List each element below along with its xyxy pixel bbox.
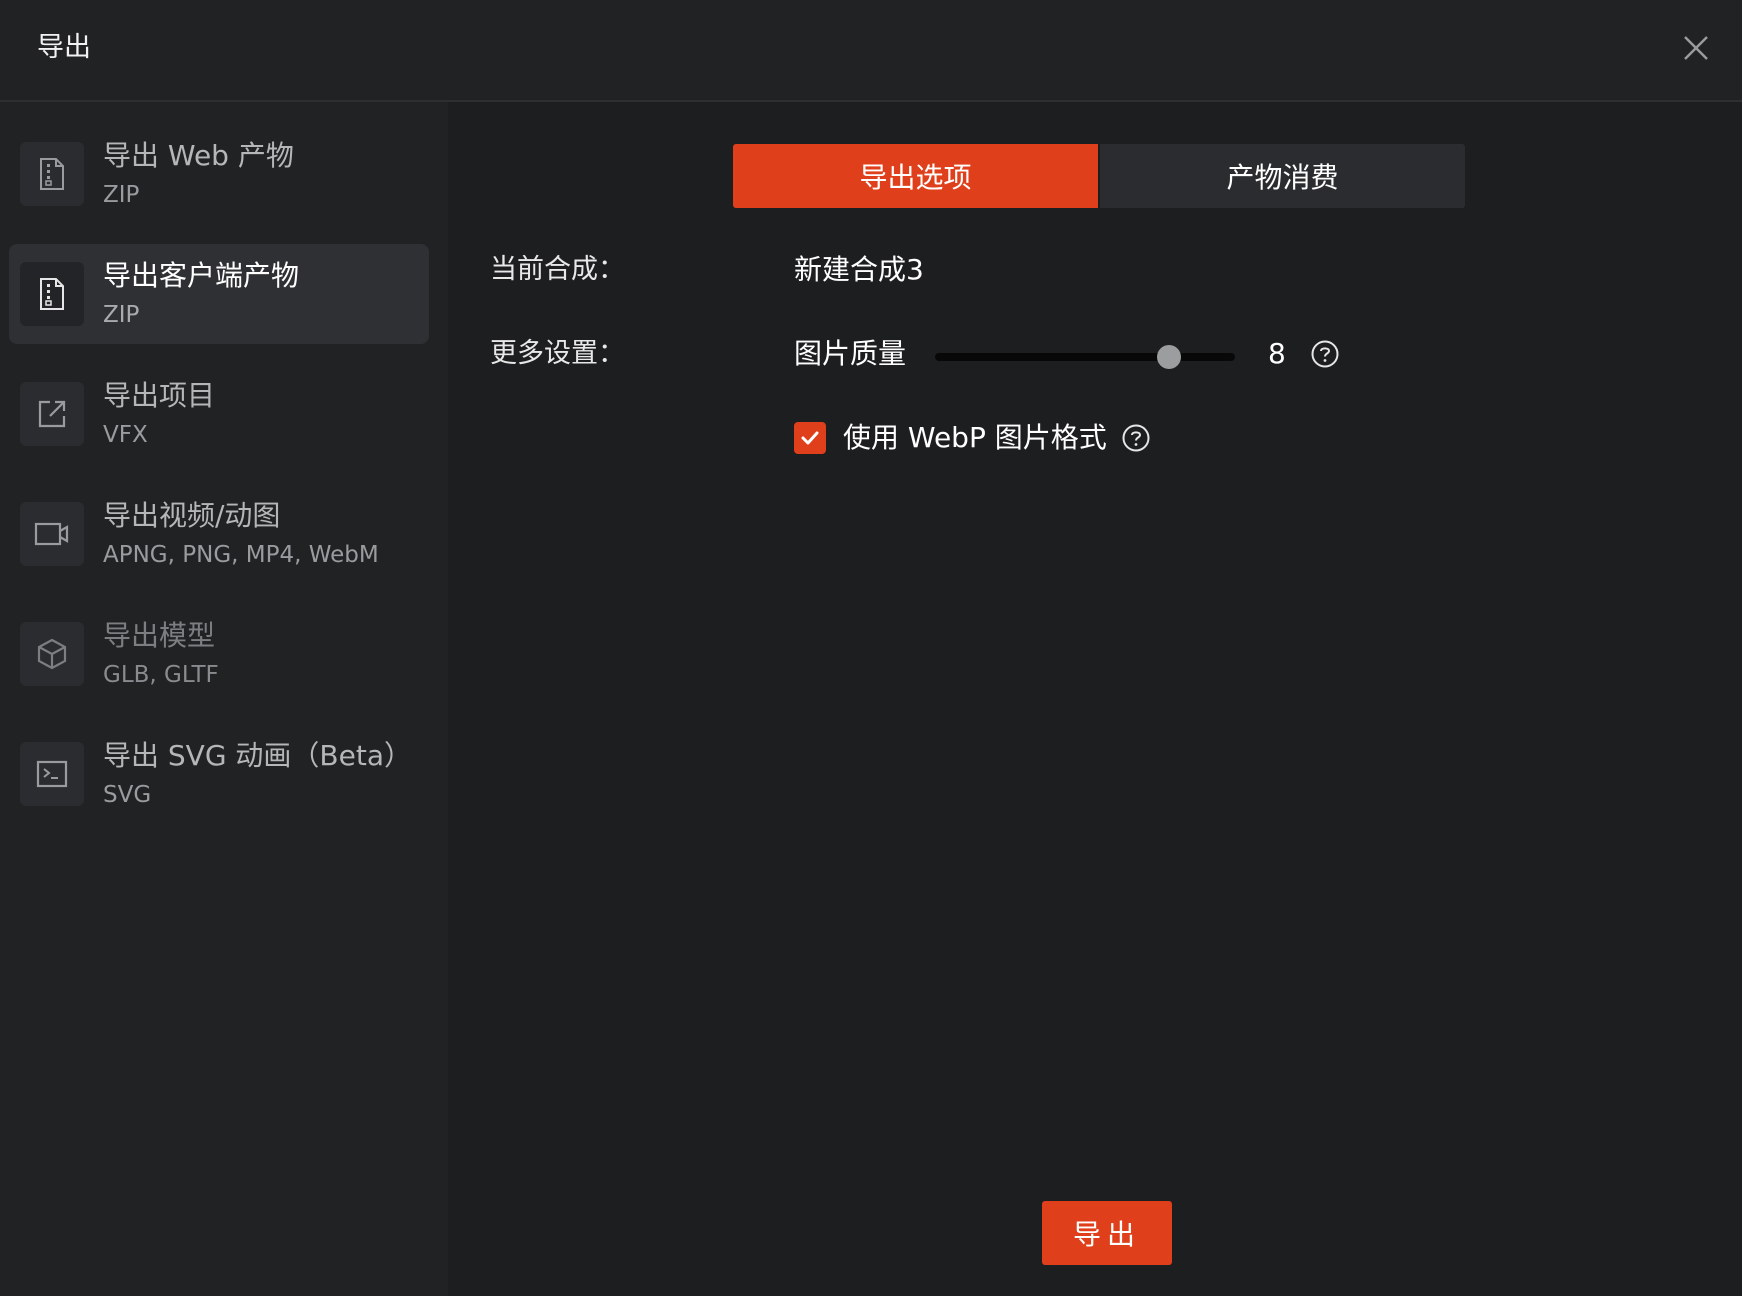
- tab-export-options[interactable]: 导出选项: [733, 144, 1098, 208]
- sidebar-item-subtitle: ZIP: [103, 302, 140, 328]
- current-comp-value: 新建合成3: [794, 253, 924, 286]
- close-button[interactable]: [1674, 26, 1718, 70]
- sidebar-item-subtitle: APNG, PNG, MP4, WebM: [103, 542, 379, 568]
- webp-checkbox-label[interactable]: 使用 WebP 图片格式: [843, 418, 1107, 458]
- sidebar-item-client[interactable]: 导出客户端产物 ZIP: [9, 244, 429, 344]
- sidebar-item-title: 导出项目: [103, 379, 216, 412]
- sidebar-item-subtitle: ZIP: [103, 182, 140, 208]
- current-comp-label: 当前合成：: [490, 254, 625, 285]
- webp-checkbox[interactable]: [794, 422, 826, 454]
- slider-thumb[interactable]: [1157, 345, 1181, 369]
- terminal-icon: [20, 742, 84, 806]
- zip-file-icon: [20, 262, 84, 326]
- sidebar-item-project[interactable]: 导出项目 VFX: [9, 364, 429, 464]
- sidebar-item-subtitle: VFX: [103, 422, 148, 448]
- image-quality-label: 图片质量: [794, 337, 907, 370]
- sidebar-item-title: 导出 SVG 动画（Beta）: [103, 739, 412, 772]
- external-link-icon: [20, 382, 84, 446]
- sidebar-item-title: 导出 Web 产物: [103, 139, 294, 172]
- sidebar-item-title: 导出客户端产物: [103, 259, 300, 292]
- sidebar-item-model[interactable]: 导出模型 GLB, GLTF: [9, 604, 429, 704]
- webp-help-icon[interactable]: [1121, 423, 1151, 453]
- dialog-title: 导出: [37, 32, 91, 63]
- sidebar-item-web[interactable]: 导出 Web 产物 ZIP: [9, 124, 429, 224]
- tab-artifact-consumption[interactable]: 产物消费: [1098, 144, 1465, 208]
- slider-track: [935, 353, 1235, 361]
- quality-help-icon[interactable]: [1310, 339, 1340, 369]
- dialog-header: 导出: [0, 0, 1742, 102]
- sidebar-item-svg[interactable]: 导出 SVG 动画（Beta） SVG: [9, 724, 429, 824]
- more-settings-label: 更多设置：: [490, 338, 625, 369]
- cube-icon: [20, 622, 84, 686]
- sidebar-item-subtitle: SVG: [103, 782, 152, 808]
- close-icon: [1684, 36, 1708, 60]
- checkmark-icon: [801, 431, 819, 445]
- image-quality-slider[interactable]: [935, 345, 1235, 369]
- sidebar-item-title: 导出视频/动图: [103, 499, 281, 532]
- export-dialog: 导出 导出 Web 产物 ZIP 导出客户端产物 ZIP 导出项目 VFX 导出…: [0, 0, 1742, 1296]
- sidebar-item-subtitle: GLB, GLTF: [103, 662, 219, 688]
- image-quality-value: 8: [1268, 337, 1286, 370]
- export-type-sidebar: 导出 Web 产物 ZIP 导出客户端产物 ZIP 导出项目 VFX 导出视频/…: [0, 102, 448, 1296]
- sidebar-item-title: 导出模型: [103, 619, 216, 652]
- export-button[interactable]: 导出: [1042, 1201, 1172, 1265]
- sidebar-item-video[interactable]: 导出视频/动图 APNG, PNG, MP4, WebM: [9, 484, 429, 584]
- options-tabs: 导出选项 产物消费: [733, 144, 1465, 208]
- export-options-panel: 导出选项 产物消费 当前合成： 新建合成3 更多设置： 图片质量 8 使用 We…: [448, 102, 1742, 1296]
- zip-file-icon: [20, 142, 84, 206]
- video-camera-icon: [20, 502, 84, 566]
